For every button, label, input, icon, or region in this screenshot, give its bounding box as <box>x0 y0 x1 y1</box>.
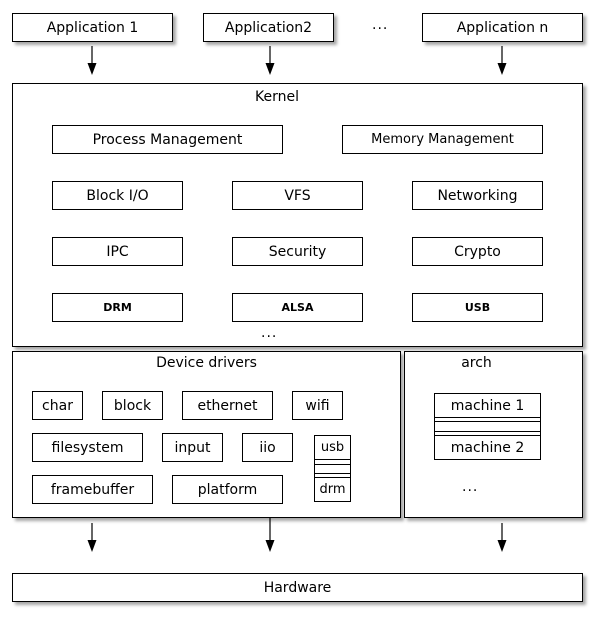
arrow-drivers-to-hardware-left <box>87 523 97 552</box>
application-n-box: Application n <box>422 13 583 42</box>
machine-2-cell: machine 2 <box>450 439 525 456</box>
arrow-app1-to-kernel <box>87 46 97 75</box>
arrow-appn-to-kernel <box>497 46 507 75</box>
driver-iio-box: iio <box>242 433 293 462</box>
arch-machine-stack: machine 1 machine 2 <box>434 393 541 460</box>
application-2-box: Application2 <box>203 13 334 42</box>
machine-1-cell: machine 1 <box>450 397 525 414</box>
driver-usb-drm-stack: usb drm <box>314 435 351 502</box>
stack-divider <box>435 431 540 432</box>
stack-divider <box>315 464 350 465</box>
usb-box: USB <box>412 293 543 322</box>
crypto-box: Crypto <box>412 237 543 266</box>
alsa-box: ALSA <box>232 293 363 322</box>
networking-box: Networking <box>412 181 543 210</box>
drm-box: DRM <box>52 293 183 322</box>
stack-divider <box>435 421 540 422</box>
hardware-box: Hardware <box>12 573 583 602</box>
stack-divider <box>315 473 350 474</box>
stack-divider <box>315 459 350 460</box>
driver-block-box: block <box>102 391 163 420</box>
security-box: Security <box>232 237 363 266</box>
driver-drm-cell: drm <box>319 482 346 497</box>
driver-platform-box: platform <box>172 475 283 504</box>
arrow-app2-to-kernel <box>265 46 275 75</box>
driver-input-box: input <box>162 433 223 462</box>
kernel-ellipsis: ... <box>261 325 278 341</box>
application-1-box: Application 1 <box>12 13 173 42</box>
driver-framebuffer-box: framebuffer <box>32 475 153 504</box>
arrow-arch-to-hardware <box>497 523 507 552</box>
applications-ellipsis: ... <box>372 17 389 33</box>
vfs-box: VFS <box>232 181 363 210</box>
arch-ellipsis: ... <box>462 479 479 495</box>
driver-char-box: char <box>32 391 83 420</box>
memory-management-box: Memory Management <box>342 125 543 154</box>
device-drivers-title: Device drivers <box>156 355 257 371</box>
arch-title: arch <box>461 355 492 371</box>
driver-ethernet-box: ethernet <box>182 391 273 420</box>
arrow-drivers-to-hardware-center <box>265 517 275 552</box>
driver-filesystem-box: filesystem <box>32 433 143 462</box>
ipc-box: IPC <box>52 237 183 266</box>
driver-usb-cell: usb <box>320 440 345 455</box>
process-management-box: Process Management <box>52 125 283 154</box>
block-io-box: Block I/O <box>52 181 183 210</box>
driver-wifi-box: wifi <box>292 391 343 420</box>
stack-divider <box>435 417 540 418</box>
kernel-title: Kernel <box>255 89 299 105</box>
